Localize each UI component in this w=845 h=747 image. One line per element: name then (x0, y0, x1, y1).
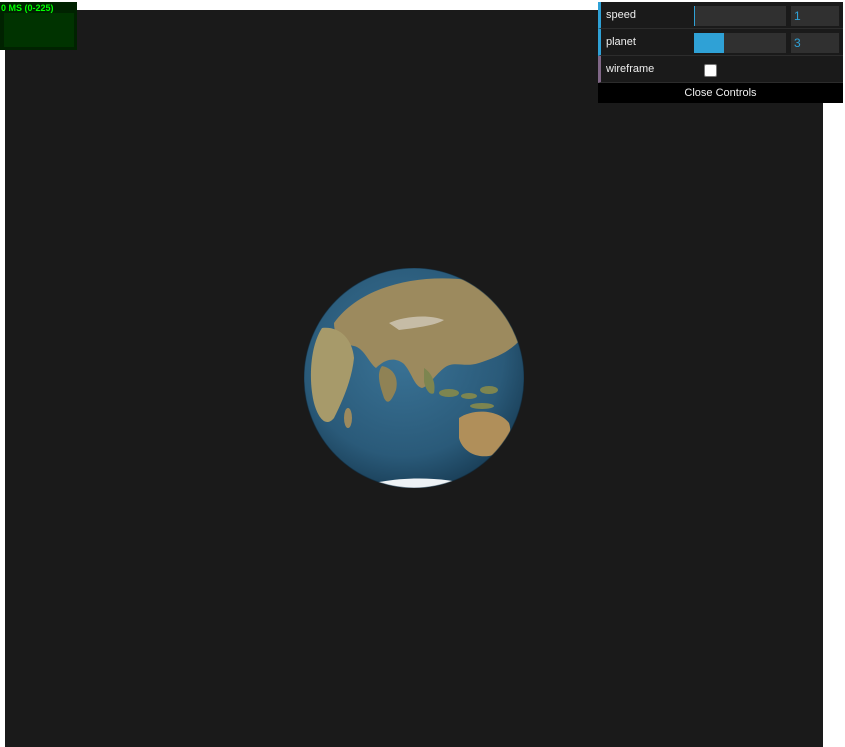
stats-graph-fill (4, 13, 74, 47)
control-speed-label: speed (606, 9, 636, 21)
close-controls-button[interactable]: Close Controls (598, 83, 843, 103)
control-wireframe-label: wireframe (606, 63, 655, 75)
speed-number-input[interactable]: 1 (791, 6, 839, 26)
render-canvas[interactable] (5, 10, 823, 747)
planet-number-input[interactable]: 3 (791, 33, 839, 53)
control-wireframe: wireframe (598, 56, 843, 83)
stats-panel[interactable]: 0 MS (0-225) (0, 2, 77, 50)
control-planet-label: planet (606, 36, 636, 48)
speed-slider[interactable] (694, 6, 786, 26)
wireframe-checkbox[interactable] (704, 64, 717, 77)
planet-slider[interactable] (694, 33, 786, 53)
speed-slider-fill (694, 6, 695, 26)
control-planet: planet 3 (598, 29, 843, 56)
earth-globe (304, 268, 524, 488)
stats-graph (4, 13, 74, 47)
controls-panel: speed 1 planet 3 wireframe Close Control… (598, 2, 843, 103)
control-speed: speed 1 (598, 2, 843, 29)
planet-slider-fill (694, 33, 725, 53)
